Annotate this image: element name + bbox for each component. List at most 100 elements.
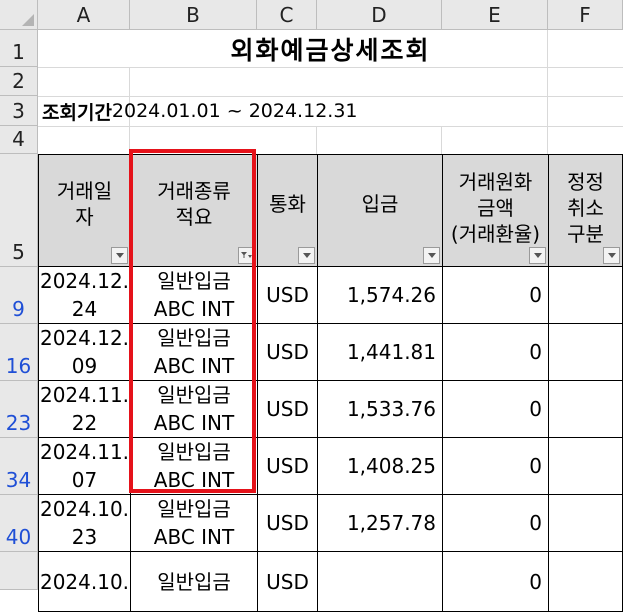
cell-transaction-date[interactable]: 2024.12. 24 <box>38 267 130 324</box>
cell-deposit[interactable]: 1,574.26 <box>317 267 442 324</box>
chevron-down-icon <box>607 253 616 258</box>
header-krw-amount[interactable]: 거래원화 금액 (거래환율) <box>442 154 548 267</box>
header-transaction-date[interactable]: 거래일 자 <box>38 154 130 267</box>
header-line: 거래일 <box>56 178 113 203</box>
date-line: 07 <box>71 468 98 492</box>
cell-transaction-date[interactable]: 2024.11. 07 <box>38 438 130 495</box>
date-line: 2024.12. <box>39 326 130 350</box>
row-header-40[interactable]: 40 <box>0 495 38 552</box>
header-line: 입금 <box>361 191 399 216</box>
cell-text: 2024.11. 22 <box>40 381 129 437</box>
filter-active-button[interactable] <box>238 247 255 264</box>
column-header-e[interactable]: E <box>442 0 548 30</box>
row-header-9[interactable]: 9 <box>0 267 38 324</box>
select-all-corner[interactable] <box>0 0 38 30</box>
filter-dropdown-button[interactable] <box>111 247 128 264</box>
date-line: 22 <box>71 411 98 435</box>
memo-line: ABC INT <box>153 354 235 378</box>
gridline <box>316 126 317 154</box>
memo-line: ABC INT <box>153 525 235 549</box>
cell-text: 2024.12. 24 <box>40 267 129 323</box>
column-header-a[interactable]: A <box>38 0 130 30</box>
cell-transaction-date[interactable]: 2024.10. 23 <box>38 495 130 552</box>
header-line: 구분 <box>567 221 604 246</box>
row-header-23[interactable]: 23 <box>0 381 38 438</box>
cell-transaction-date[interactable]: 2024.10. <box>38 552 130 612</box>
cell-transaction-date[interactable]: 2024.12. 09 <box>38 324 130 381</box>
cell-correction-cancel[interactable] <box>548 324 623 381</box>
cell-currency[interactable]: USD <box>257 438 317 495</box>
cell-deposit[interactable] <box>317 552 442 612</box>
row-header-1[interactable]: 1 <box>0 30 38 67</box>
type-line: 일반입금 <box>157 440 231 464</box>
row-header-2[interactable]: 2 <box>0 67 38 96</box>
chevron-down-icon <box>302 253 311 258</box>
header-deposit[interactable]: 입금 <box>317 154 442 267</box>
row-header-5[interactable]: 5 <box>0 154 38 267</box>
cell-currency[interactable]: USD <box>257 552 317 612</box>
cell-krw-amount[interactable]: 0 <box>442 438 548 495</box>
cell-currency[interactable]: USD <box>257 381 317 438</box>
gridline <box>38 67 623 68</box>
page-title: 외화예금상세조회 <box>230 35 431 65</box>
spreadsheet: A B C D E F 1 2 3 4 5 9 16 23 34 40 외화예금… <box>0 0 623 612</box>
header-line: 자 <box>75 204 94 229</box>
header-line: 금액 <box>477 195 514 220</box>
date-line: 2024.12. <box>39 269 130 293</box>
row-header-3[interactable]: 3 <box>0 96 38 126</box>
cell-text: 일반입금 ABC INT <box>154 381 234 437</box>
cell-text: 2024.10. <box>40 568 129 596</box>
cell-deposit[interactable]: 1,441.81 <box>317 324 442 381</box>
header-correction-cancel[interactable]: 정정 취소 구분 <box>548 154 623 267</box>
date-line: 2024.10. <box>39 497 130 521</box>
cell-transaction-type[interactable]: 일반입금 ABC INT <box>130 267 257 324</box>
cell-transaction-date[interactable]: 2024.11. 22 <box>38 381 130 438</box>
cell-correction-cancel[interactable] <box>548 267 623 324</box>
cell-deposit[interactable]: 1,533.76 <box>317 381 442 438</box>
cell-transaction-type[interactable]: 일반입금 ABC INT <box>130 438 257 495</box>
cell-deposit[interactable]: 1,257.78 <box>317 495 442 552</box>
cell-krw-amount[interactable]: 0 <box>442 381 548 438</box>
filter-dropdown-button[interactable] <box>298 247 315 264</box>
cell-krw-amount[interactable]: 0 <box>442 267 548 324</box>
cell-transaction-type[interactable]: 일반입금 ABC INT <box>130 381 257 438</box>
cell-transaction-type[interactable]: 일반입금 ABC INT <box>130 495 257 552</box>
cell-currency[interactable]: USD <box>257 324 317 381</box>
date-line: 09 <box>71 354 98 378</box>
column-header-c[interactable]: C <box>257 0 317 30</box>
cell-correction-cancel[interactable] <box>548 552 623 612</box>
date-line: 24 <box>71 297 98 321</box>
cell-transaction-type[interactable]: 일반입금 ABC INT <box>130 324 257 381</box>
cell-transaction-type[interactable]: 일반입금 <box>130 552 257 612</box>
cell-correction-cancel[interactable] <box>548 438 623 495</box>
header-line: 통화 <box>269 191 306 216</box>
cell-currency[interactable]: USD <box>257 495 317 552</box>
row-header-next[interactable] <box>0 552 38 590</box>
cell-krw-amount[interactable]: 0 <box>442 324 548 381</box>
column-header-d[interactable]: D <box>317 0 442 30</box>
cell-correction-cancel[interactable] <box>548 495 623 552</box>
type-line: 일반입금 <box>157 326 231 350</box>
date-line: 2024.10. <box>39 569 130 594</box>
date-line: 2024.11. <box>39 383 130 407</box>
column-header-b[interactable]: B <box>130 0 257 30</box>
date-line: 2024.11. <box>39 440 130 464</box>
memo-line: ABC INT <box>153 411 235 435</box>
column-header-f[interactable]: F <box>548 0 623 30</box>
cell-correction-cancel[interactable] <box>548 381 623 438</box>
filter-dropdown-button[interactable] <box>603 247 620 264</box>
memo-line: ABC INT <box>153 297 235 321</box>
header-transaction-type[interactable]: 거래종류 적요 <box>130 154 257 267</box>
row-header-4[interactable]: 4 <box>0 126 38 154</box>
row-header-34[interactable]: 34 <box>0 438 38 495</box>
filter-dropdown-button[interactable] <box>423 247 440 264</box>
cell-deposit[interactable]: 1,408.25 <box>317 438 442 495</box>
row-header-16[interactable]: 16 <box>0 324 38 381</box>
cell-text: 일반입금 ABC INT <box>154 438 234 494</box>
cell-currency[interactable]: USD <box>257 267 317 324</box>
cell-krw-amount[interactable]: 0 <box>442 552 548 612</box>
cell-krw-amount[interactable]: 0 <box>442 495 548 552</box>
header-currency[interactable]: 통화 <box>257 154 317 267</box>
filter-dropdown-button[interactable] <box>529 247 546 264</box>
header-line: 취소 <box>567 195 604 220</box>
